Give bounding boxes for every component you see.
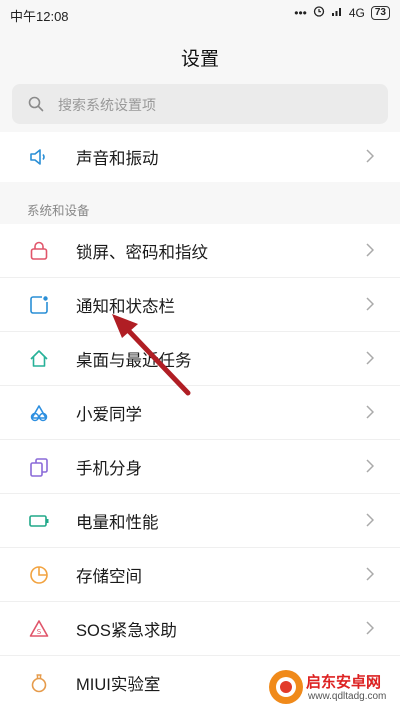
settings-item-label: 手机分身 bbox=[76, 460, 142, 478]
chevron-right-icon bbox=[366, 405, 375, 424]
status-bar: 中午12:08 ••• 4G 73 bbox=[0, 0, 400, 28]
lock-icon bbox=[28, 240, 50, 262]
chevron-right-icon bbox=[366, 567, 375, 586]
settings-item-label: SOS紧急求助 bbox=[76, 622, 177, 640]
settings-item-notifications[interactable]: 通知和状态栏 bbox=[0, 278, 400, 331]
settings-item-desktop[interactable]: 桌面与最近任务 bbox=[0, 332, 400, 385]
settings-item-label: MIUI实验室 bbox=[76, 676, 161, 694]
chevron-right-icon bbox=[366, 621, 375, 640]
chevron-right-icon bbox=[366, 149, 375, 168]
settings-item-sos[interactable]: S SOS紧急求助 bbox=[0, 602, 400, 655]
chevron-right-icon bbox=[366, 351, 375, 370]
watermark-logo-icon bbox=[269, 670, 303, 704]
signal-icon bbox=[331, 6, 343, 20]
settings-item-lockscreen[interactable]: 锁屏、密码和指纹 bbox=[0, 224, 400, 277]
status-icons: ••• 4G 73 bbox=[294, 5, 390, 20]
settings-item-label: 通知和状态栏 bbox=[76, 298, 175, 316]
settings-item-sound[interactable]: 声音和振动 bbox=[0, 130, 400, 183]
search-icon bbox=[28, 96, 44, 112]
network-type: 4G bbox=[348, 5, 365, 20]
settings-item-label: 锁屏、密码和指纹 bbox=[76, 244, 208, 262]
settings-item-storage[interactable]: 存储空间 bbox=[0, 548, 400, 601]
storage-icon bbox=[28, 564, 50, 586]
settings-item-label: 声音和振动 bbox=[76, 150, 159, 168]
settings-item-label: 存储空间 bbox=[76, 568, 142, 586]
settings-item-label: 桌面与最近任务 bbox=[76, 352, 192, 370]
status-time: 中午12:08 bbox=[10, 9, 69, 24]
settings-item-xiaoai[interactable]: 小爱同学 bbox=[0, 386, 400, 439]
xiaoai-icon bbox=[28, 402, 50, 424]
battery-icon bbox=[28, 510, 50, 532]
search-placeholder: 搜索系统设置项 bbox=[58, 97, 156, 113]
watermark-title: 启东安卓网 bbox=[306, 674, 382, 691]
settings-item-label: 电量和性能 bbox=[76, 514, 159, 532]
battery-icon: 73 bbox=[370, 5, 390, 20]
chevron-right-icon bbox=[366, 513, 375, 532]
system-device-card: 锁屏、密码和指纹 通知和状态栏 桌面与最近任务 小爱同学 手机分身 电量和性能 … bbox=[0, 224, 400, 711]
watermark-url: www.qdltadg.com bbox=[308, 691, 387, 702]
alarm-icon bbox=[313, 5, 325, 20]
notification-icon bbox=[28, 294, 50, 316]
home-icon bbox=[28, 348, 50, 370]
chevron-right-icon bbox=[366, 297, 375, 316]
lab-icon bbox=[28, 672, 50, 694]
svg-text:S: S bbox=[37, 628, 42, 636]
page-title: 设置 bbox=[180, 49, 219, 70]
dual-icon bbox=[28, 456, 50, 478]
speaker-icon bbox=[28, 146, 50, 168]
settings-item-dual-apps[interactable]: 手机分身 bbox=[0, 440, 400, 493]
chevron-right-icon bbox=[366, 459, 375, 478]
watermark: 启东安卓网 www.qdltadg.com bbox=[264, 663, 400, 711]
sos-icon: S bbox=[28, 618, 50, 640]
section-header: 系统和设备 bbox=[27, 204, 90, 218]
chevron-right-icon bbox=[366, 243, 375, 262]
more-dots-icon: ••• bbox=[294, 5, 307, 20]
sound-card: 声音和振动 bbox=[0, 132, 400, 182]
settings-item-label: 小爱同学 bbox=[76, 406, 142, 424]
settings-item-battery[interactable]: 电量和性能 bbox=[0, 494, 400, 547]
search-input[interactable]: 搜索系统设置项 bbox=[12, 84, 388, 124]
